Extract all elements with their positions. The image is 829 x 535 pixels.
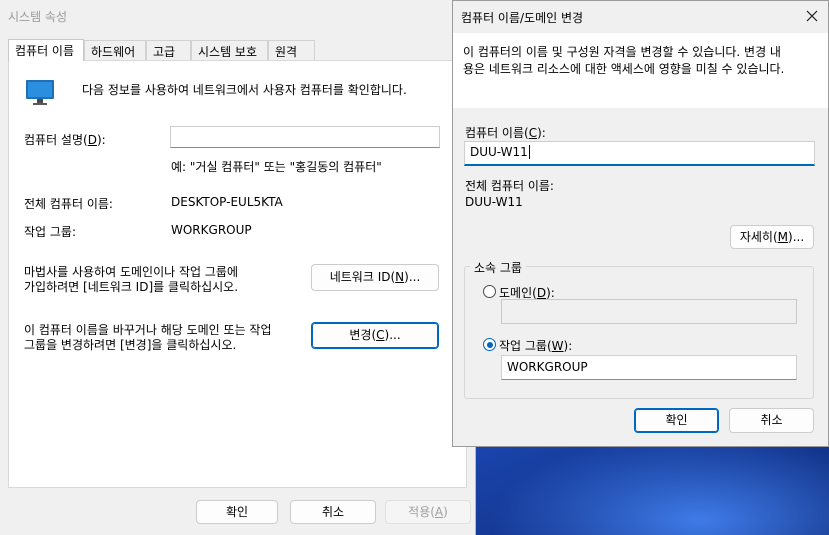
domain-radio[interactable]: [483, 285, 496, 298]
dialog-ok-button[interactable]: 확인: [634, 408, 719, 433]
workgroup-input[interactable]: WORKGROUP: [501, 355, 797, 380]
description-example-text: 예: "거실 컴퓨터" 또는 "홍길동의 컴퓨터": [171, 160, 382, 174]
system-properties-window: 시스템 속성 컴퓨터 이름 하드웨어 고급 시스템 보호 원격 다음 정보를 사…: [0, 0, 476, 535]
tab-advanced[interactable]: 고급: [146, 40, 191, 60]
dialog-full-name-label: 전체 컴퓨터 이름:: [465, 179, 554, 193]
dialog-cancel-button[interactable]: 취소: [729, 408, 814, 433]
monitor-icon: [25, 79, 55, 107]
computer-description-input[interactable]: [170, 126, 440, 148]
wizard-text-line2: 가입하려면 [네트워크 ID]를 클릭하십시오.: [24, 280, 239, 294]
computer-description-label: 컴퓨터 설명(D):: [24, 133, 106, 147]
rename-text-line2: 그룹을 변경하려면 [변경]을 클릭하십시오.: [24, 338, 237, 352]
close-icon[interactable]: [804, 8, 820, 24]
full-computer-name-value: DESKTOP-EUL5KTA: [171, 195, 283, 209]
dialog-title: 컴퓨터 이름/도메인 변경: [461, 11, 584, 25]
apply-button[interactable]: 적용(A): [385, 500, 471, 524]
full-computer-name-label: 전체 컴퓨터 이름:: [24, 197, 113, 211]
window-title: 시스템 속성: [8, 10, 68, 24]
more-button[interactable]: 자세히(M)...: [730, 225, 814, 249]
computer-name-label: 컴퓨터 이름(C):: [465, 126, 546, 140]
tab-hardware[interactable]: 하드웨어: [84, 40, 146, 60]
intro-text: 다음 정보를 사용하여 네트워크에서 사용자 컴퓨터를 확인합니다.: [82, 83, 407, 97]
tab-system-protection[interactable]: 시스템 보호: [191, 40, 268, 60]
network-id-button[interactable]: 네트워크 ID(N)...: [311, 264, 439, 291]
tab-computer-name[interactable]: 컴퓨터 이름: [8, 39, 84, 61]
workgroup-label: 작업 그룹:: [24, 225, 77, 239]
dialog-workgroup-label: 작업 그룹(W):: [499, 339, 573, 353]
computer-name-domain-changes-dialog: 컴퓨터 이름/도메인 변경 이 컴퓨터의 이름 및 구성원 자격을 변경할 수 …: [452, 0, 829, 447]
cancel-button[interactable]: 취소: [290, 500, 376, 524]
computer-name-input[interactable]: DUU-W11: [464, 141, 815, 166]
workgroup-value: WORKGROUP: [171, 223, 252, 237]
tab-remote[interactable]: 원격: [268, 40, 315, 60]
ok-button[interactable]: 확인: [196, 500, 278, 524]
dialog-full-name-value: DUU-W11: [465, 195, 523, 209]
domain-input[interactable]: [501, 299, 797, 324]
info-text-line1: 이 컴퓨터의 이름 및 구성원 자격을 변경할 수 있습니다. 변경 내: [463, 45, 781, 59]
info-text-line2: 용은 네트워크 리소스에 대한 액세스에 영향을 미칠 수 있습니다.: [463, 62, 785, 76]
workgroup-radio[interactable]: [483, 338, 496, 351]
computer-name-tab-pane: 다음 정보를 사용하여 네트워크에서 사용자 컴퓨터를 확인합니다. 컴퓨터 설…: [8, 60, 467, 488]
change-button[interactable]: 변경(C)...: [311, 322, 439, 349]
member-of-label: 소속 그룹: [470, 259, 526, 276]
info-panel: 이 컴퓨터의 이름 및 구성원 자격을 변경할 수 있습니다. 변경 내 용은 …: [453, 33, 828, 108]
